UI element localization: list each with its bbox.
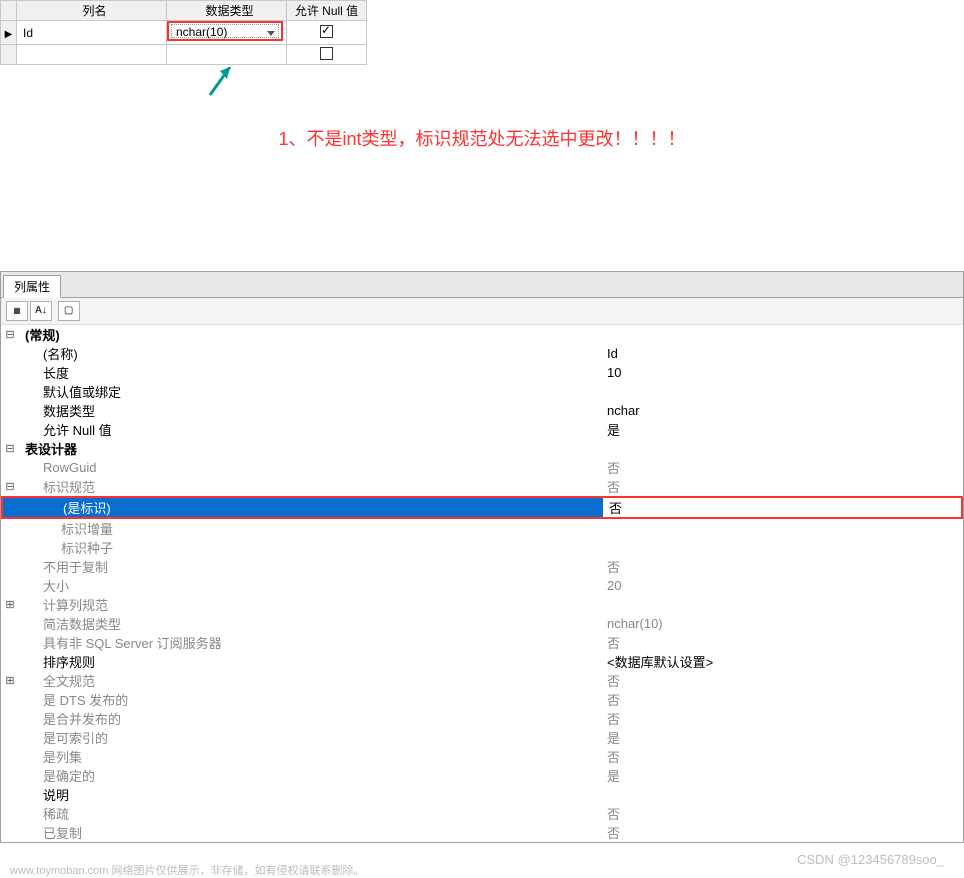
prop-collation[interactable]: 排序规则 <数据库默认设置> [1, 652, 963, 671]
prop-indexable[interactable]: 是可索引的 是 [1, 728, 963, 747]
prop-sparse[interactable]: 稀疏 否 [1, 804, 963, 823]
header-col-null: 允许 Null 值 [287, 1, 367, 21]
prop-merge[interactable]: 是合并发布的 否 [1, 709, 963, 728]
prop-length[interactable]: 长度 10 [1, 363, 963, 382]
cell-col-name[interactable]: Id [17, 21, 167, 45]
expand-icon[interactable]: ⊞ [1, 598, 19, 611]
type-dropdown[interactable]: nchar(10) [171, 24, 279, 38]
prop-replicated[interactable]: 已复制 否 [1, 823, 963, 842]
prop-size[interactable]: 大小 20 [1, 576, 963, 595]
column-definition-table: 列名 数据类型 允许 Null 值 ▶ Id nchar(10) [0, 0, 367, 65]
prop-fulltext-spec[interactable]: ⊞ 全文规范 否 [1, 671, 963, 690]
annotation-arrow [0, 65, 964, 105]
prop-deterministic[interactable]: 是确定的 是 [1, 766, 963, 785]
prop-description[interactable]: 说明 [1, 785, 963, 804]
prop-rowguid[interactable]: RowGuid 否 [1, 458, 963, 477]
column-properties-panel: 列属性 ▦A↓ ▢ ⊟ (常规) (名称) Id 长度 10 默认值或绑定 数据… [0, 271, 964, 843]
prop-dts[interactable]: 是 DTS 发布的 否 [1, 690, 963, 709]
prop-computed-spec[interactable]: ⊞ 计算列规范 [1, 595, 963, 614]
prop-not-for-replication[interactable]: 不用于复制 否 [1, 557, 963, 576]
prop-name[interactable]: (名称) Id [1, 344, 963, 363]
alphabetical-button[interactable]: A↓ [30, 301, 52, 321]
table-row[interactable]: ▶ Id nchar(10) [1, 21, 367, 45]
prop-default[interactable]: 默认值或绑定 [1, 382, 963, 401]
header-col-name: 列名 [17, 1, 167, 21]
prop-identity-increment[interactable]: 标识增量 [1, 519, 963, 538]
prop-data-type[interactable]: 数据类型 nchar [1, 401, 963, 420]
row-selector-header [1, 1, 17, 21]
prop-identity-seed[interactable]: 标识种子 [1, 538, 963, 557]
prop-identity-spec[interactable]: ⊟ 标识规范 否 [1, 477, 963, 496]
properties-toolbar: ▦A↓ ▢ [1, 298, 963, 325]
prop-allow-null[interactable]: 允许 Null 值 是 [1, 420, 963, 439]
property-pages-button[interactable]: ▢ [58, 301, 80, 321]
prop-is-identity[interactable]: (是标识) 否 [3, 498, 961, 517]
property-grid: ⊟ (常规) (名称) Id 长度 10 默认值或绑定 数据类型 nchar 允… [1, 325, 963, 842]
collapse-icon[interactable]: ⊟ [1, 328, 19, 341]
prop-non-mssql[interactable]: 具有非 SQL Server 订阅服务器 否 [1, 633, 963, 652]
row-marker-icon: ▶ [5, 29, 13, 40]
tab-column-props[interactable]: 列属性 [3, 275, 61, 298]
group-designer[interactable]: ⊟ 表设计器 [1, 439, 963, 458]
watermark-left: www.toymoban.com 网络图片仅供展示，非存储，如有侵权请联系删除。 [10, 862, 364, 878]
tab-bar: 列属性 [1, 272, 963, 298]
cell-allow-null[interactable] [287, 21, 367, 45]
group-general[interactable]: ⊟ (常规) [1, 325, 963, 344]
cell-col-type[interactable]: nchar(10) [167, 21, 287, 45]
watermark-right: CSDN @123456789soo_ [797, 852, 944, 867]
table-row-empty[interactable] [1, 45, 367, 65]
checkbox-icon[interactable] [320, 47, 333, 60]
collapse-icon[interactable]: ⊟ [1, 442, 19, 455]
collapse-icon[interactable]: ⊟ [1, 480, 19, 493]
annotation-caption: 1、不是int类型，标识规范处无法选中更改！！！！ [0, 105, 964, 271]
identity-highlight-box: (是标识) 否 [1, 496, 963, 519]
checkbox-checked-icon[interactable] [320, 25, 333, 38]
header-col-type: 数据类型 [167, 1, 287, 21]
prop-colset[interactable]: 是列集 否 [1, 747, 963, 766]
categorized-button[interactable]: ▦ [6, 301, 28, 321]
type-highlight-box: nchar(10) [167, 21, 283, 41]
expand-icon[interactable]: ⊞ [1, 674, 19, 687]
prop-concise-type[interactable]: 简洁数据类型 nchar(10) [1, 614, 963, 633]
